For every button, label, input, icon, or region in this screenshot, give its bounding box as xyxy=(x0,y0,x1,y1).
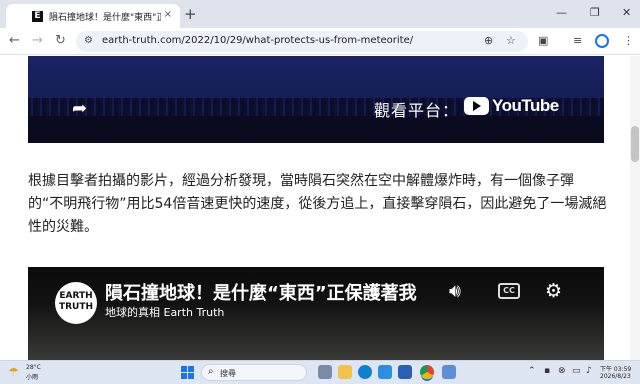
channel-logo-line2: TRUTH xyxy=(58,302,94,312)
tray-chevron-icon[interactable]: ⌃ xyxy=(528,366,536,376)
browser-toolbar: ← → ↻ ⚙ earth-truth.com/2022/10/29/what-… xyxy=(0,28,640,55)
menu-icon[interactable]: ⋮ xyxy=(623,34,634,47)
article-paragraph: 根據目擊者拍攝的影片，經過分析發現，當時隕石突然在空中解體爆炸時，有一個像子彈的… xyxy=(28,173,607,235)
weather-rain-icon[interactable]: ☂ xyxy=(8,365,19,379)
video-embed-top[interactable]: ➦ 觀看平台： YouTube xyxy=(28,56,604,143)
forward-arrow-icon[interactable]: → xyxy=(32,33,43,48)
extensions-icon[interactable]: ▣ xyxy=(538,34,548,47)
channel-logo-line1: EARTH xyxy=(59,291,93,301)
page-scrollbar[interactable] xyxy=(630,56,640,360)
tray-app-icon[interactable]: ▪ xyxy=(544,366,550,376)
bookmark-star-icon[interactable]: ☆ xyxy=(506,34,516,47)
watch-on-label: 觀看平台： xyxy=(374,101,460,120)
scrollbar-thumb[interactable] xyxy=(631,126,639,162)
taskbar-search-placeholder: 搜尋 xyxy=(220,369,236,378)
tab-favicon-icon: E xyxy=(32,10,43,22)
video-channel-name[interactable]: 地球的真相 Earth Truth xyxy=(105,304,224,320)
photos-app-icon[interactable] xyxy=(442,365,456,379)
file-explorer-icon[interactable] xyxy=(338,365,352,379)
video-embed-bottom[interactable]: EARTH TRUTH 隕石撞地球！是什麼“東西”正保護著我 地球的真相 Ear… xyxy=(28,267,604,360)
windows-taskbar: ☂ 28°C 小雨 ⌕ 搜尋 ⌃ ▪ ⊗ ▭ ♪ 下午 03:59 2026/8… xyxy=(0,360,640,384)
video-title[interactable]: 隕石撞地球！是什麼“東西”正保護著我 xyxy=(105,279,423,305)
channel-logo[interactable]: EARTH TRUTH xyxy=(55,282,97,324)
youtube-wordmark: YouTube xyxy=(492,96,559,115)
share-icon[interactable]: ➦ xyxy=(72,98,87,119)
tray-status-icon[interactable]: ⊗ xyxy=(558,366,566,376)
search-icon: ⌕ xyxy=(208,366,214,377)
tab-strip: E 隕石撞地球！是什麼"東西"正保護 × + — ❐ ✕ xyxy=(0,0,640,28)
maximize-button[interactable]: ❐ xyxy=(590,6,600,19)
volume-tray-icon[interactable]: ♪ xyxy=(586,366,592,376)
youtube-play-icon xyxy=(464,97,489,115)
network-icon[interactable]: ▭ xyxy=(572,366,581,376)
captions-icon[interactable]: CC xyxy=(498,283,520,299)
weather-temperature[interactable]: 28°C xyxy=(26,364,41,371)
tab-title: 隕石撞地球！是什麼"東西"正保護 xyxy=(49,12,161,23)
chrome-browser-icon[interactable] xyxy=(420,365,434,379)
start-button-icon[interactable] xyxy=(181,366,194,379)
tab-close-icon[interactable]: × xyxy=(164,9,172,20)
new-tab-button[interactable]: + xyxy=(184,5,197,23)
clock-time[interactable]: 下午 03:59 xyxy=(600,364,631,373)
settings-gear-icon[interactable]: ⚙ xyxy=(545,280,562,302)
minimize-button[interactable]: — xyxy=(556,6,567,19)
youtube-logo[interactable]: YouTube xyxy=(464,96,559,116)
page-content: ➦ 觀看平台： YouTube 根據目擊者拍攝的影片，經過分析發現，當時隕石突然… xyxy=(0,56,640,360)
store-icon[interactable] xyxy=(378,365,392,379)
reload-icon[interactable]: ↻ xyxy=(55,33,66,48)
reading-list-icon[interactable]: ≡ xyxy=(573,34,582,47)
taskbar-search[interactable]: ⌕ 搜尋 xyxy=(201,364,307,381)
site-settings-icon[interactable]: ⚙ xyxy=(84,35,93,46)
screen: E 隕石撞地球！是什麼"東西"正保護 × + — ❐ ✕ ← → ↻ ⚙ ear… xyxy=(0,0,640,384)
video-ground xyxy=(28,116,604,143)
url-text[interactable]: earth-truth.com/2022/10/29/what-protects… xyxy=(102,35,413,46)
close-window-button[interactable]: ✕ xyxy=(622,6,631,19)
weather-condition[interactable]: 小雨 xyxy=(26,372,38,381)
task-view-icon[interactable] xyxy=(318,365,332,379)
zoom-icon[interactable]: ⊕ xyxy=(484,34,493,47)
clock-date[interactable]: 2026/8/23 xyxy=(600,373,631,380)
browser-tab[interactable]: E 隕石撞地球！是什麼"東西"正保護 × xyxy=(6,4,180,28)
edge-browser-icon[interactable] xyxy=(358,365,372,379)
back-arrow-icon[interactable]: ← xyxy=(9,33,20,48)
profile-avatar-icon[interactable] xyxy=(595,34,609,48)
security-shield-icon[interactable] xyxy=(398,365,412,379)
address-bar[interactable]: ⚙ earth-truth.com/2022/10/29/what-protec… xyxy=(76,31,528,52)
volume-icon[interactable]: 🔊︎ xyxy=(449,280,461,302)
